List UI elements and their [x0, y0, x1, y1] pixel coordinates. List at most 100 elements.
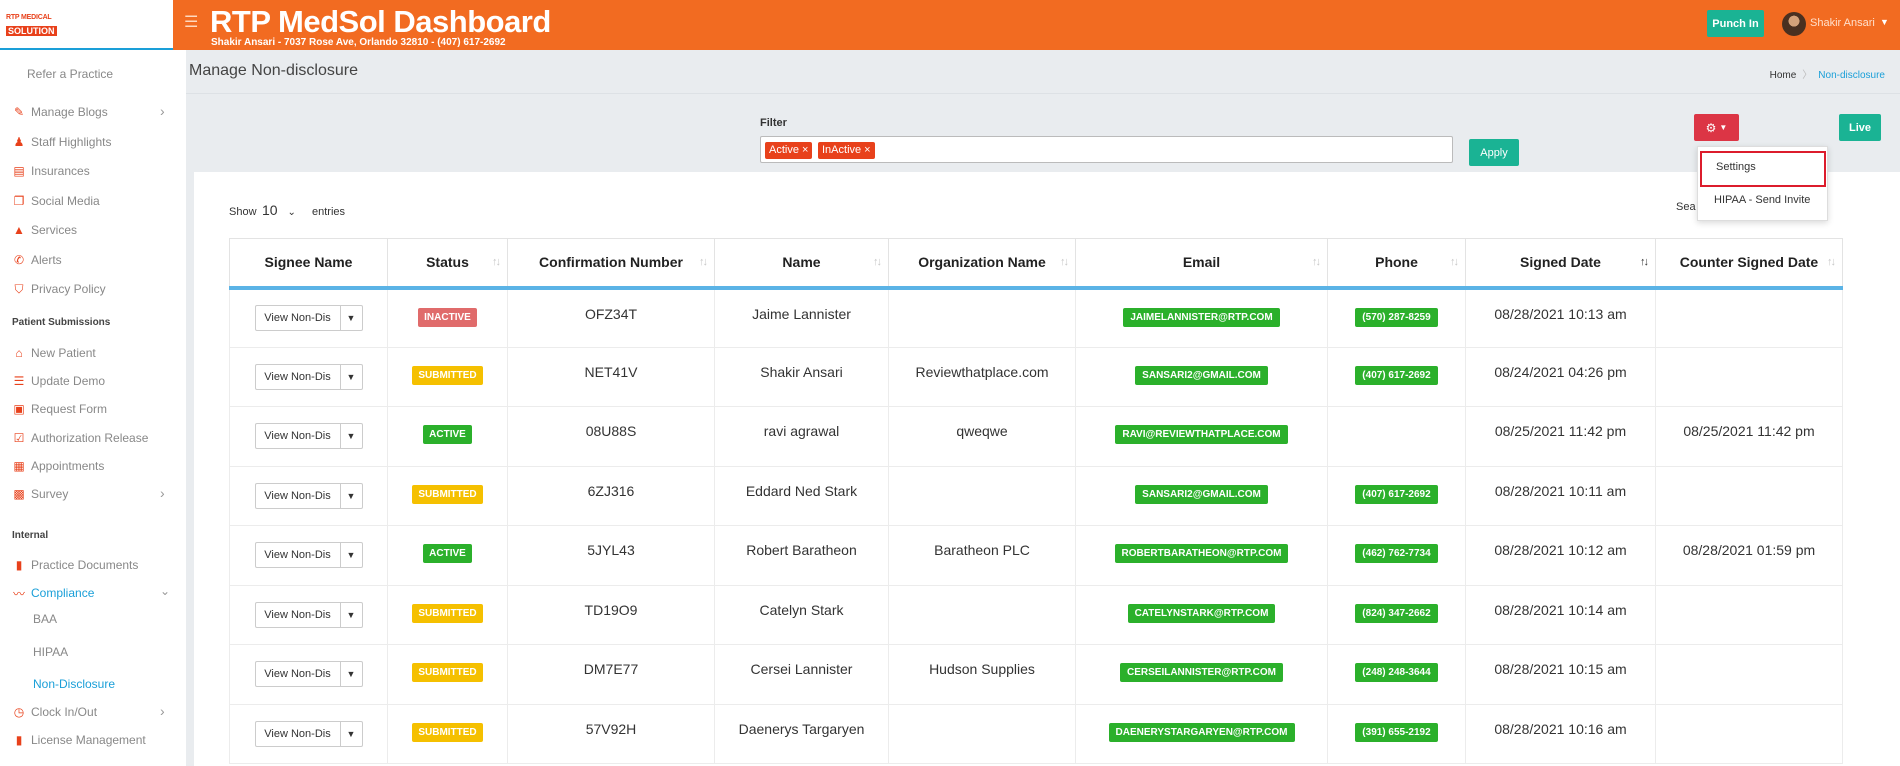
menu-item-hipaa-send-invite[interactable]: HIPAA - Send Invite: [1714, 194, 1810, 206]
user-name[interactable]: Shakir Ansari: [1810, 17, 1875, 29]
view-options-caret-icon[interactable]: ▼: [340, 661, 363, 688]
live-button[interactable]: Live: [1839, 114, 1881, 141]
email-badge[interactable]: RAVI@REVIEWTHATPLACE.COM: [1115, 425, 1288, 444]
sort-icon[interactable]: ↑↓: [873, 256, 882, 268]
sidebar-item-social-media[interactable]: ❐ Social Media: [11, 192, 100, 210]
chevron-down-icon: ⌄: [287, 207, 296, 218]
apply-button[interactable]: Apply: [1469, 139, 1519, 166]
sort-icon[interactable]: ↑↓: [1640, 256, 1649, 268]
view-options-caret-icon[interactable]: ▼: [340, 363, 363, 390]
view-options-caret-icon[interactable]: ▼: [340, 482, 363, 509]
breadcrumb-home[interactable]: Home: [1770, 70, 1797, 81]
chevron-right-icon[interactable]: ›: [160, 703, 165, 719]
view-options-caret-icon[interactable]: ▼: [340, 542, 363, 569]
view-non-dis-button[interactable]: View Non-Dis: [254, 423, 341, 450]
hamburger-menu-icon[interactable]: ☰: [184, 12, 198, 32]
view-non-dis-button[interactable]: View Non-Dis: [254, 601, 341, 628]
sidebar-item-license[interactable]: ▮ License Management: [11, 731, 146, 749]
view-non-dis-button[interactable]: View Non-Dis: [254, 720, 341, 747]
chevron-down-icon[interactable]: ⌄: [160, 584, 170, 598]
phone-badge[interactable]: (570) 287-8259: [1355, 307, 1438, 327]
sidebar-item-services[interactable]: ▲ Services: [11, 221, 77, 239]
email-badge[interactable]: JAIMELANNISTER@RTP.COM: [1123, 307, 1280, 327]
sidebar-item-insurances[interactable]: ▤ Insurances: [11, 162, 89, 180]
phone-badge[interactable]: (248) 248-3644: [1355, 663, 1438, 682]
phone-badge[interactable]: (462) 762-7734: [1355, 544, 1438, 563]
email-badge[interactable]: SANSARI2@GMAIL.COM: [1135, 365, 1268, 385]
email-badge[interactable]: CERSEILANNISTER@RTP.COM: [1119, 663, 1284, 682]
sidebar-item-clock[interactable]: ◷ Clock In/Out: [11, 703, 97, 721]
counter-signed-date: [1655, 703, 1843, 764]
refer-practice-link[interactable]: Refer a Practice: [27, 67, 113, 81]
sidebar-item-appointments[interactable]: ▦ Appointments: [11, 457, 104, 475]
sidebar-sub-hipaa[interactable]: HIPAA: [33, 645, 68, 659]
menu-item-settings[interactable]: Settings: [1700, 151, 1826, 187]
view-options-caret-icon[interactable]: ▼: [340, 305, 363, 331]
user-menu-caret-icon[interactable]: ▼: [1880, 17, 1889, 27]
filter-chip-inactive[interactable]: InActive ×: [818, 142, 875, 159]
view-non-dis-button[interactable]: View Non-Dis: [254, 363, 341, 390]
filter-input[interactable]: Active × InActive ×: [760, 136, 1453, 163]
sidebar-item-authorization-release[interactable]: ☑ Authorization Release: [11, 429, 149, 447]
sidebar-item-survey[interactable]: ▩ Survey: [11, 485, 68, 503]
phone-badge[interactable]: (824) 347-2662: [1355, 603, 1438, 623]
email-badge[interactable]: ROBERTBARATHEON@RTP.COM: [1114, 544, 1289, 563]
entries-select[interactable]: 10 ⌄: [262, 202, 296, 218]
confirmation-number: 08U88S: [507, 406, 715, 467]
phone-badge[interactable]: (391) 655-2192: [1355, 722, 1438, 742]
sidebar-item-staff-highlights[interactable]: ♟ Staff Highlights: [11, 133, 112, 151]
sidebar-item-update-demo[interactable]: ☰ Update Demo: [11, 372, 105, 390]
sidebar-item-alerts[interactable]: ✆ Alerts: [11, 251, 62, 269]
column-header[interactable]: Phone ↑↓: [1327, 238, 1466, 290]
column-header[interactable]: Organization Name ↑↓: [888, 238, 1076, 290]
column-header[interactable]: Status ↑↓: [387, 238, 508, 290]
name-cell: Cersei Lannister: [714, 644, 889, 705]
view-non-dis-button[interactable]: View Non-Dis: [254, 482, 341, 509]
column-header[interactable]: Confirmation Number ↑↓: [507, 238, 715, 290]
column-header[interactable]: Counter Signed Date ↑↓: [1655, 238, 1843, 290]
email-badge[interactable]: SANSARI2@GMAIL.COM: [1135, 484, 1268, 504]
sidebar-item-practice-documents[interactable]: ▮ Practice Documents: [11, 556, 139, 574]
avatar[interactable]: [1782, 12, 1806, 36]
staff-icon: ♟: [13, 134, 25, 149]
phone-badge[interactable]: (407) 617-2692: [1355, 365, 1438, 385]
column-header-label: Confirmation Number: [539, 254, 683, 271]
sidebar-sub-baa[interactable]: BAA: [33, 612, 57, 626]
logo-area[interactable]: RTP MEDICAL SOLUTION: [0, 0, 173, 50]
sidebar-item-manage-blogs[interactable]: ✎ Manage Blogs: [11, 103, 108, 121]
chevron-right-icon[interactable]: ›: [160, 103, 165, 119]
sort-icon[interactable]: ↑↓: [699, 256, 708, 268]
sort-icon[interactable]: ↑↓: [1312, 256, 1321, 268]
sidebar-sub-non-disclosure[interactable]: Non-Disclosure: [33, 677, 115, 691]
caret-down-icon: ▼: [1719, 123, 1728, 132]
punch-in-button[interactable]: Punch In: [1707, 10, 1764, 37]
sidebar-item-new-patient[interactable]: ⌂ New Patient: [11, 344, 96, 362]
phone-badge[interactable]: (407) 617-2692: [1355, 484, 1438, 504]
sidebar-item-label: New Patient: [31, 346, 96, 360]
chevron-right-icon[interactable]: ›: [160, 485, 165, 501]
signed-date: 08/25/2021 11:42 pm: [1465, 406, 1656, 467]
view-options-caret-icon[interactable]: ▼: [340, 423, 363, 450]
sidebar-item-privacy-policy[interactable]: ⛉ Privacy Policy: [11, 280, 105, 298]
column-header[interactable]: Name ↑↓: [714, 238, 889, 290]
view-non-dis-button[interactable]: View Non-Dis: [254, 305, 341, 331]
view-options-caret-icon[interactable]: ▼: [340, 720, 363, 747]
sort-icon[interactable]: ↑↓: [1827, 256, 1836, 268]
view-options-caret-icon[interactable]: ▼: [340, 601, 363, 628]
sidebar-item-compliance[interactable]: 〰 Compliance: [11, 584, 94, 602]
settings-dropdown-button[interactable]: ⚙ ▼: [1694, 114, 1739, 141]
view-non-dis-button[interactable]: View Non-Dis: [254, 661, 341, 688]
email-badge[interactable]: CATELYNSTARK@RTP.COM: [1127, 603, 1276, 623]
sort-icon[interactable]: ↑↓: [1060, 256, 1069, 268]
sidebar-item-request-form[interactable]: ▣ Request Form: [11, 400, 107, 418]
column-header[interactable]: Email ↑↓: [1075, 238, 1328, 290]
home-icon: ⌂: [15, 346, 23, 360]
column-header[interactable]: Signed Date ↑↓: [1465, 238, 1656, 290]
sort-icon[interactable]: ↑↓: [492, 256, 501, 268]
phone-cell: (824) 347-2662: [1327, 584, 1466, 645]
filter-chip-active[interactable]: Active ×: [765, 142, 813, 159]
logo[interactable]: RTP MEDICAL SOLUTION: [6, 14, 58, 36]
email-badge[interactable]: DAENERYSTARGARYEN@RTP.COM: [1108, 722, 1295, 742]
view-non-dis-button[interactable]: View Non-Dis: [254, 542, 341, 569]
sort-icon[interactable]: ↑↓: [1450, 256, 1459, 268]
